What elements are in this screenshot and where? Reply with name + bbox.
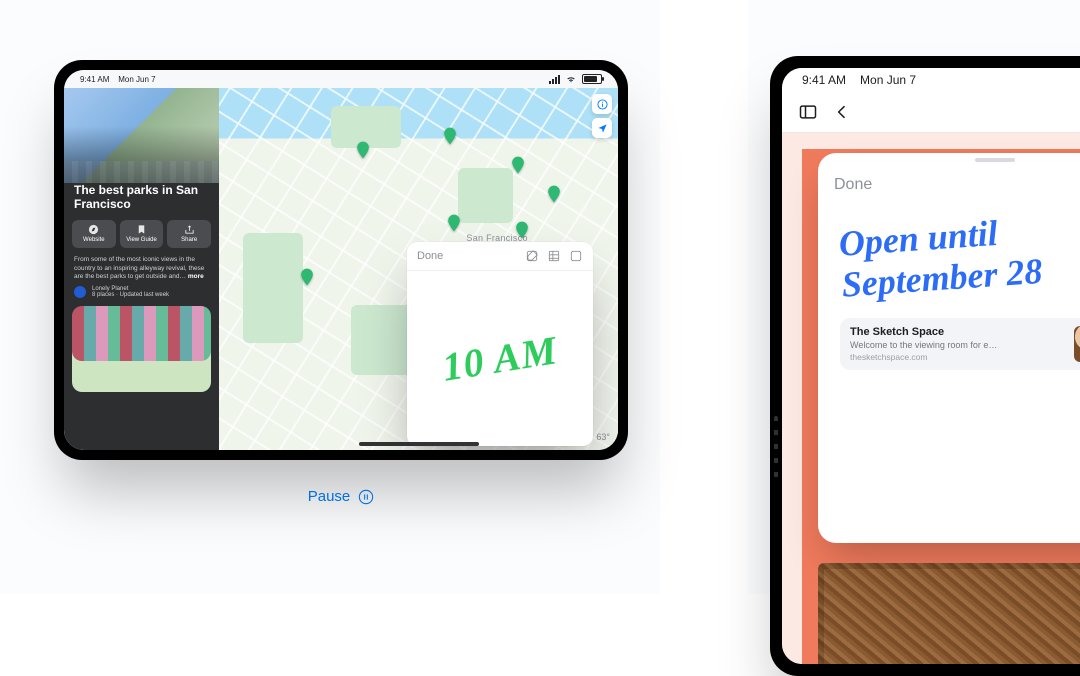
compose-icon[interactable]: [525, 249, 539, 263]
quick-note-window[interactable]: Done 10 AM: [407, 242, 593, 446]
bookmark-icon: [136, 224, 147, 235]
status-left: 9:41 AM Mon Jun 7: [80, 75, 156, 84]
guide-actions-row: Website View Guide Share: [64, 220, 219, 256]
map-pin[interactable]: [444, 213, 464, 233]
park-region: [243, 233, 303, 343]
map-pin[interactable]: [508, 155, 528, 175]
link-url: thesketchspace.com: [850, 352, 1064, 362]
pause-button[interactable]: Pause: [54, 488, 628, 505]
publisher-meta: 8 places · Updated last week: [92, 292, 169, 298]
share-button[interactable]: Share: [167, 220, 211, 248]
website-label: Website: [83, 237, 105, 243]
publisher-avatar: [74, 286, 86, 298]
sidebar-icon[interactable]: [798, 102, 818, 122]
done-button[interactable]: Done: [834, 176, 872, 194]
pause-icon: [358, 489, 374, 505]
status-time: 9:41 AM: [80, 75, 109, 84]
status-bar: 9:41 AM Mon Jun 7: [64, 70, 618, 88]
expand-icon[interactable]: [569, 249, 583, 263]
quick-note-body[interactable]: 10 AM: [407, 271, 593, 446]
cellular-icon: [549, 75, 560, 84]
guide-gallery-card[interactable]: [72, 306, 211, 392]
locate-button[interactable]: [592, 118, 612, 138]
share-label: Share: [181, 237, 197, 243]
link-preview-card[interactable]: The Sketch Space Welcome to the viewing …: [840, 318, 1080, 370]
table-icon[interactable]: [547, 249, 561, 263]
maps-app: × The best parks in San Francisco Websit…: [64, 88, 618, 450]
guide-description: From some of the most iconic views in th…: [64, 256, 219, 282]
share-icon: [184, 224, 195, 235]
park-region: [458, 168, 513, 223]
safari-toolbar: [782, 92, 1080, 133]
ipad-left-device: 9:41 AM Mon Jun 7 × The best parks in Sa…: [54, 60, 628, 460]
link-description: Welcome to the viewing room for e…: [850, 340, 1030, 350]
quick-note-toolbar: Done: [407, 242, 593, 271]
quick-note-toolbar: Done: [818, 167, 1080, 203]
map-pin[interactable]: [512, 220, 532, 240]
status-time: 9:41 AM: [802, 73, 846, 87]
guide-gallery: [64, 306, 219, 392]
ipad-right-device: 9:41 AM Mon Jun 7 Done Open until: [770, 56, 1080, 676]
guide-title[interactable]: The best parks in San Francisco: [64, 183, 219, 220]
map-pin[interactable]: [544, 184, 564, 204]
home-indicator[interactable]: [359, 442, 479, 446]
view-guide-button[interactable]: View Guide: [120, 220, 164, 248]
quick-note-body[interactable]: Open until September 28 The Sketch Space…: [818, 203, 1080, 370]
quick-note-card[interactable]: Done Open until September 28 The Sketch …: [818, 153, 1080, 543]
status-bar: 9:41 AM Mon Jun 7: [782, 68, 1080, 92]
webpage-image: [818, 563, 1080, 664]
ipad-right-screen: 9:41 AM Mon Jun 7 Done Open until: [782, 68, 1080, 664]
back-icon[interactable]: [832, 102, 852, 122]
guide-source[interactable]: Lonely Planet 8 places · Updated last we…: [64, 282, 219, 306]
map-temperature: 63°: [596, 432, 610, 442]
link-title: The Sketch Space: [850, 326, 1064, 338]
map-pin[interactable]: [297, 267, 317, 287]
status-date: Mon Jun 7: [118, 75, 155, 84]
map-pin[interactable]: [353, 140, 373, 160]
note-handwriting: 10 AM: [439, 326, 561, 391]
status-right: [549, 74, 602, 84]
map-tools: [592, 94, 612, 138]
done-button[interactable]: Done: [417, 250, 443, 262]
more-link[interactable]: more: [188, 273, 204, 280]
webpage-body[interactable]: Done Open until September 28 The Sketch …: [782, 133, 1080, 664]
drag-handle[interactable]: [818, 153, 1080, 167]
maps-guide-panel: × The best parks in San Francisco Websit…: [64, 88, 219, 450]
pause-label: Pause: [308, 488, 351, 505]
wifi-icon: [566, 74, 576, 84]
info-button[interactable]: [592, 94, 612, 114]
battery-icon: [582, 74, 602, 84]
link-thumbnail: [1074, 326, 1080, 362]
guide-hero-image: [64, 88, 219, 183]
view-guide-label: View Guide: [126, 237, 157, 243]
map-canvas[interactable]: San Francisco 63° Done: [219, 88, 618, 450]
ipad-left-screen: 9:41 AM Mon Jun 7 × The best parks in Sa…: [64, 70, 618, 450]
website-button[interactable]: Website: [72, 220, 116, 248]
compass-icon: [88, 224, 99, 235]
map-pin[interactable]: [440, 126, 460, 146]
status-date: Mon Jun 7: [860, 73, 916, 87]
